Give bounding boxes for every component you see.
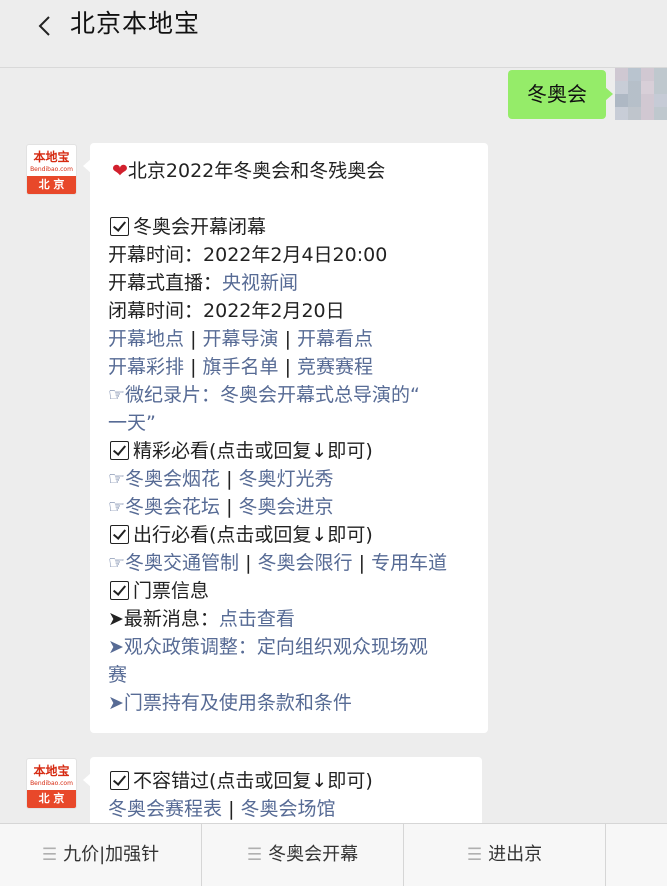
link-venues[interactable]: 冬奥会场馆 [241,798,336,820]
avatar-city-label: 北 京 [27,176,76,194]
menu-lines-icon: ☰ [41,845,58,865]
avatar-city-label: 北 京 [27,790,76,808]
message-title: ❤北京2022年冬奥会和冬残奥会 [112,160,386,182]
menu-lines-icon: ☰ [246,845,263,865]
bot-avatar[interactable]: 本地宝 Bendibao.com 北 京 [26,758,77,809]
section-heading: 不容错过(点击或回复↓即可) [110,767,470,795]
link-schedule-table[interactable]: 冬奥会赛程表 [108,798,222,820]
policy-link[interactable]: ➤观众政策调整：定向组织观众现场观 [108,633,476,661]
policy-link-cont[interactable]: 赛 [108,661,476,689]
menu-item-vaccine[interactable]: ☰ 九价|加强针 [0,824,202,886]
documentary-link[interactable]: ☞微纪录片：冬奥会开幕式总导演的“ [108,381,476,409]
link-schedule[interactable]: 竞赛赛程 [297,356,373,378]
section-heading: 门票信息 [110,577,476,605]
link-light-show[interactable]: 冬奥灯光秀 [239,468,334,490]
links-row: 冬奥会赛程表 | 冬奥会场馆 [108,798,336,820]
menu-item-more[interactable] [606,824,667,886]
chat-title: 北京本地宝 [70,9,201,38]
bot-message-bubble: ❤北京2022年冬奥会和冬残奥会 冬奥会开幕闭幕 开幕时间：2022年2月4日2… [83,143,488,733]
checkbox-icon [110,771,129,790]
link-restriction[interactable]: 冬奥会限行 [258,552,353,574]
bottom-menu: ☰ 九价|加强针 ☰ 冬奥会开幕 ☰ 进出京 [0,823,667,886]
bendibao-logo: 本地宝 Bendibao.com [30,150,73,173]
news-line: ➤最新消息：点击查看 [108,608,295,630]
link-fireworks[interactable]: ☞冬奥会烟花 [108,468,220,490]
bendibao-logo: 本地宝 Bendibao.com [30,764,73,787]
links-row: 开幕彩排 | 旗手名单 | 竞赛赛程 [108,356,374,378]
link-opening-highlights[interactable]: 开幕看点 [297,328,373,350]
terms-link[interactable]: ➤门票持有及使用条款和条件 [108,689,476,717]
section-heading: 精彩必看(点击或回复↓即可) [110,437,476,465]
links-row: ☞冬奥交通管制 | 冬奥会限行 | 专用车道 [108,552,448,574]
section-heading: 出行必看(点击或回复↓即可) [110,521,476,549]
bot-avatar[interactable]: 本地宝 Bendibao.com 北 京 [26,144,77,195]
links-row: ☞冬奥会花坛 | 冬奥会进京 [108,496,334,518]
user-avatar[interactable] [615,68,667,120]
link-opening-venue[interactable]: 开幕地点 [108,328,184,350]
checkbox-icon [110,525,129,544]
link-flower-beds[interactable]: ☞冬奥会花坛 [108,496,220,518]
heart-icon: ❤ [112,160,128,182]
link-flagbearers[interactable]: 旗手名单 [203,356,279,378]
live-line: 开幕式直播：央视新闻 [108,272,299,294]
checkbox-icon [110,441,129,460]
link-rehearsal[interactable]: 开幕彩排 [108,356,184,378]
link-click-view[interactable]: 点击查看 [219,608,295,630]
menu-item-enter-exit-beijing[interactable]: ☰ 进出京 [404,824,606,886]
links-row: ☞冬奥会烟花 | 冬奥灯光秀 [108,468,334,490]
close-time-line: 闭幕时间：2022年2月20日 [108,300,345,322]
checkbox-icon [110,581,129,600]
links-row: 开幕地点 | 开幕导演 | 开幕看点 [108,328,374,350]
live-link[interactable]: 央视新闻 [222,272,298,294]
user-message-bubble[interactable]: 冬奥会 [508,70,613,119]
menu-lines-icon: ☰ [466,845,483,865]
link-opening-director[interactable]: 开幕导演 [203,328,279,350]
chat-header: 北京本地宝 [0,0,667,68]
checkbox-icon [110,217,129,236]
link-dedicated-lane[interactable]: 专用车道 [371,552,447,574]
section-heading: 冬奥会开幕闭幕 [110,213,476,241]
documentary-link-cont[interactable]: 一天” [108,409,476,437]
link-enter-beijing[interactable]: 冬奥会进京 [239,496,334,518]
menu-item-opening[interactable]: ☰ 冬奥会开幕 [202,824,404,886]
back-chevron-icon[interactable] [34,14,58,38]
open-time-line: 开幕时间：2022年2月4日20:00 [108,244,388,266]
link-traffic-control[interactable]: ☞冬奥交通管制 [108,552,239,574]
